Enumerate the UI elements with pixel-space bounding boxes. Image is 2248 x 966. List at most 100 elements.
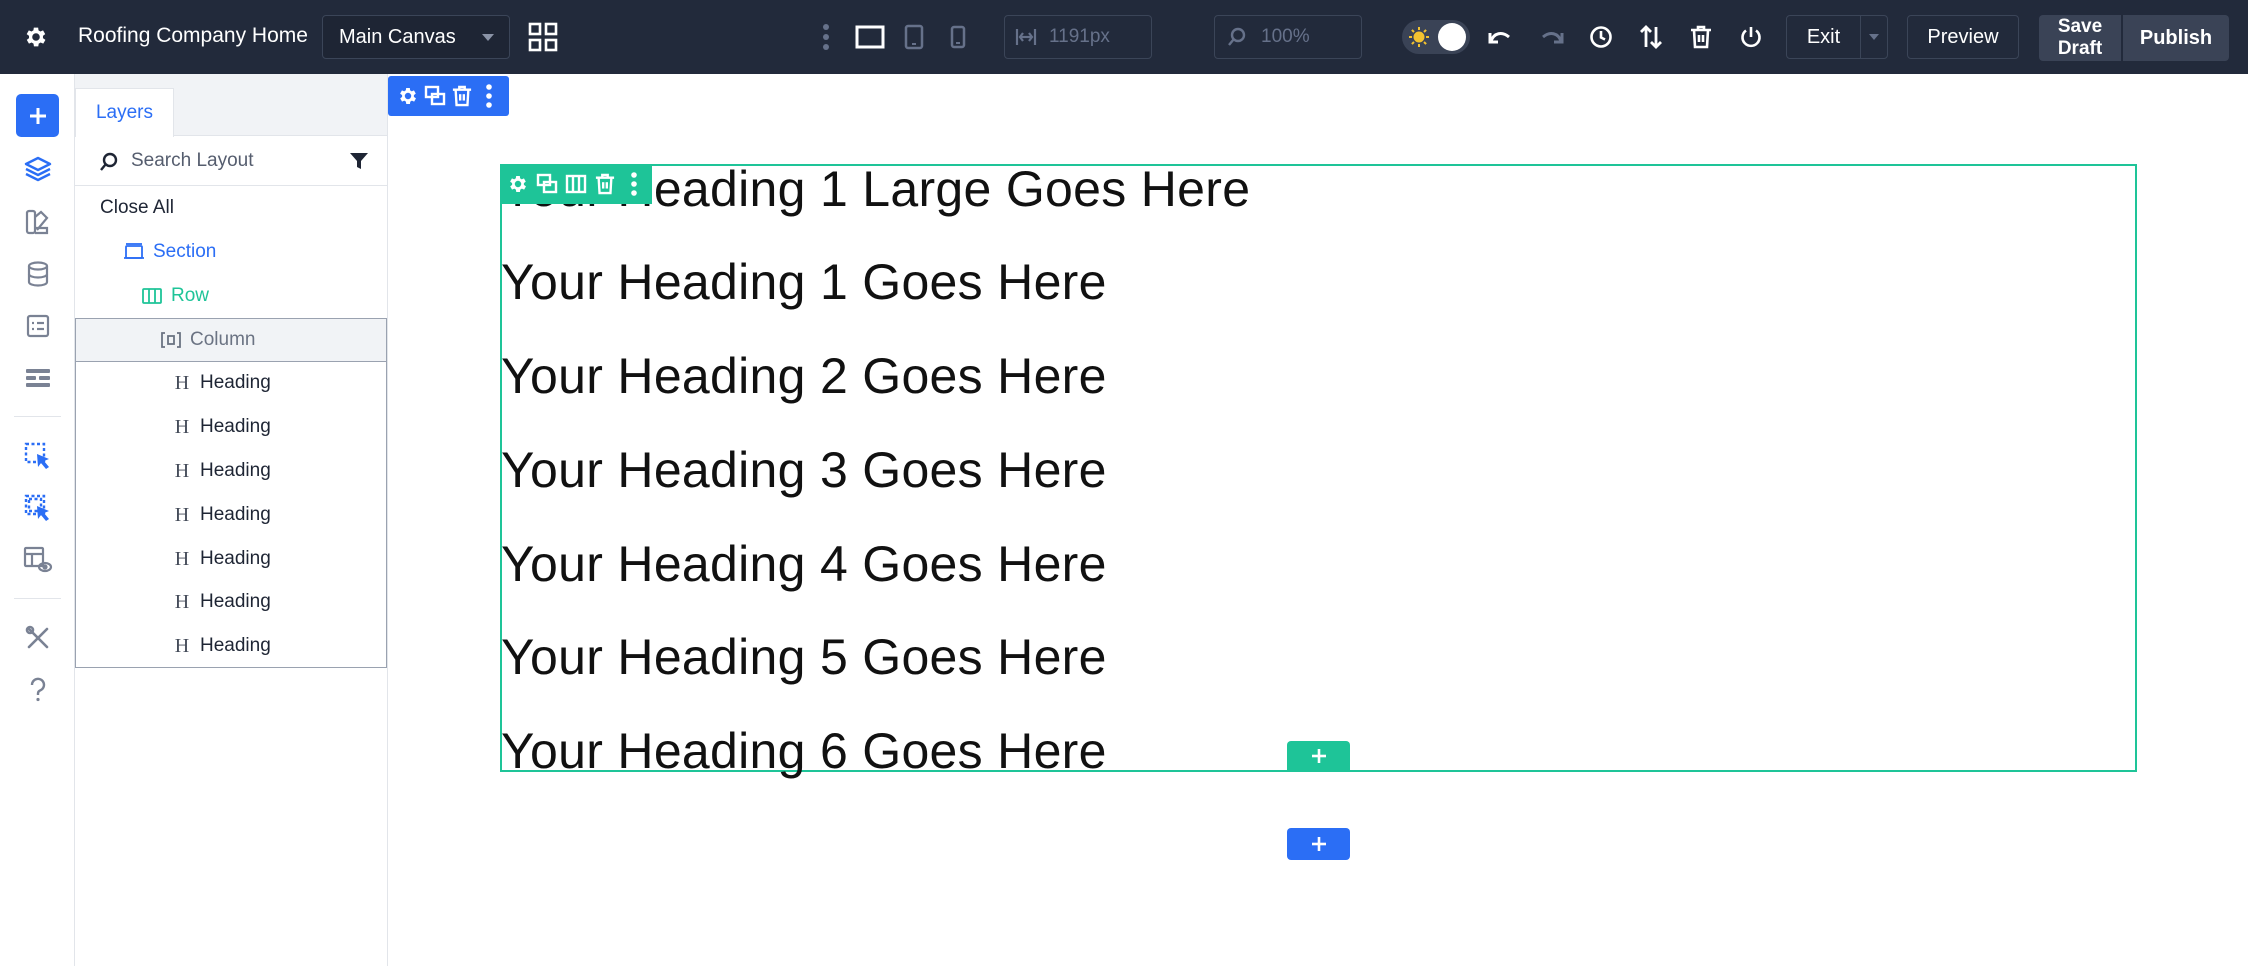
layer-item-heading[interactable]: H Heading bbox=[76, 405, 386, 449]
add-element-plus-icon[interactable] bbox=[16, 94, 59, 137]
preview-button[interactable]: Preview bbox=[1907, 15, 2019, 59]
layer-section-label: Section bbox=[153, 241, 217, 262]
left-icon-rail bbox=[0, 74, 75, 966]
column-icon bbox=[160, 331, 182, 349]
layer-item-row[interactable]: Row bbox=[75, 274, 387, 318]
zoom-field[interactable]: 100% bbox=[1214, 15, 1362, 59]
tablet-view-icon[interactable] bbox=[900, 22, 928, 52]
heading-module[interactable]: Your Heading 3 Goes Here bbox=[501, 441, 1107, 499]
save-draft-label-line2: Draft bbox=[2057, 38, 2103, 59]
tab-layers[interactable]: Layers bbox=[75, 88, 174, 137]
layer-heading-label: Heading bbox=[200, 635, 271, 656]
layers-tabbar: Layers bbox=[75, 74, 387, 137]
heading-module[interactable]: Your Heading 4 Goes Here bbox=[501, 535, 1107, 593]
redo-icon[interactable] bbox=[1536, 22, 1566, 52]
add-row-plus-button[interactable] bbox=[1287, 828, 1350, 860]
heading-h-icon: H bbox=[174, 547, 190, 570]
layer-item-heading[interactable]: H Heading bbox=[76, 580, 386, 624]
layers-search-row bbox=[75, 136, 387, 186]
toggle-knob bbox=[1438, 23, 1466, 51]
template-preview-icon[interactable] bbox=[20, 542, 56, 578]
row-trash-icon[interactable] bbox=[593, 172, 617, 196]
search-layout-input[interactable] bbox=[131, 146, 331, 176]
width-arrows-icon bbox=[1015, 28, 1037, 46]
heading-h-icon: H bbox=[174, 415, 190, 438]
layer-heading-label: Heading bbox=[200, 548, 271, 569]
row-settings-gear-icon[interactable] bbox=[506, 172, 530, 196]
heading-module[interactable]: Your Heading 6 Goes Here bbox=[501, 722, 1107, 780]
publish-button[interactable]: Publish bbox=[2123, 15, 2229, 61]
zoom-value: 100% bbox=[1261, 26, 1310, 47]
search-icon bbox=[99, 152, 119, 172]
heading-h-icon: H bbox=[174, 634, 190, 657]
site-title: Roofing Company Home bbox=[78, 24, 308, 47]
heading-module[interactable]: Your Heading 2 Goes Here bbox=[501, 347, 1107, 405]
layer-item-heading[interactable]: H Heading bbox=[76, 624, 386, 668]
history-clock-icon[interactable] bbox=[1586, 22, 1616, 52]
row-columns-icon[interactable] bbox=[564, 172, 588, 196]
layer-column-label: Column bbox=[190, 329, 256, 350]
plus-icon bbox=[1311, 837, 1326, 851]
layers-stack-icon[interactable] bbox=[20, 151, 56, 187]
design-palette-icon[interactable] bbox=[20, 204, 56, 240]
row-icon bbox=[141, 287, 163, 305]
help-question-icon[interactable] bbox=[20, 672, 56, 708]
theme-toggle[interactable] bbox=[1402, 20, 1470, 54]
section-toolbar bbox=[388, 76, 509, 116]
exit-button[interactable]: Exit bbox=[1787, 16, 1861, 58]
section-duplicate-icon[interactable] bbox=[423, 84, 447, 108]
row-toolbar bbox=[500, 164, 652, 204]
row-more-options-icon[interactable] bbox=[622, 172, 646, 196]
close-all-label: Close All bbox=[100, 197, 174, 218]
layer-heading-label: Heading bbox=[200, 460, 271, 481]
layer-item-section[interactable]: Section bbox=[75, 230, 387, 274]
layer-item-heading[interactable]: H Heading bbox=[76, 449, 386, 493]
heading-h-icon: H bbox=[174, 371, 190, 394]
select-cursor-icon[interactable] bbox=[20, 438, 56, 474]
sun-icon bbox=[1408, 26, 1430, 48]
settings-gear-icon[interactable] bbox=[18, 19, 54, 55]
section-trash-icon[interactable] bbox=[450, 84, 474, 108]
grid-layout-icon[interactable] bbox=[524, 18, 562, 56]
layer-item-heading[interactable]: H Heading bbox=[76, 493, 386, 537]
filter-icon[interactable] bbox=[349, 151, 369, 171]
section-settings-gear-icon[interactable] bbox=[396, 84, 420, 108]
top-toolbar: Roofing Company Home Main Canvas 1191px … bbox=[0, 0, 2248, 74]
rows-settings-icon[interactable] bbox=[20, 360, 56, 396]
trash-icon[interactable] bbox=[1686, 22, 1716, 52]
heading-h-icon: H bbox=[174, 503, 190, 526]
heading-layer-list: H Heading H Heading H Heading H Heading H Hea… bbox=[75, 361, 387, 668]
rail-divider bbox=[14, 598, 61, 599]
close-all-button[interactable]: Close All bbox=[75, 186, 387, 230]
multi-select-cursor-icon[interactable] bbox=[20, 490, 56, 526]
layer-item-heading[interactable]: H Heading bbox=[76, 537, 386, 581]
canvas-width-value: 1191px bbox=[1049, 26, 1110, 47]
builder-canvas[interactable]: Your Heading 1 Large Goes Here Your Head… bbox=[388, 74, 2248, 966]
heading-module[interactable]: Your Heading 5 Goes Here bbox=[501, 628, 1107, 686]
exit-button-group: Exit bbox=[1786, 15, 1888, 59]
canvas-select[interactable]: Main Canvas bbox=[322, 15, 510, 59]
canvas-width-field[interactable]: 1191px bbox=[1004, 15, 1152, 59]
more-options-icon[interactable] bbox=[814, 22, 838, 52]
chevron-down-icon bbox=[481, 33, 495, 43]
layer-item-heading[interactable]: H Heading bbox=[76, 361, 386, 405]
phone-view-icon[interactable] bbox=[946, 22, 970, 52]
layer-item-column[interactable]: Column bbox=[75, 318, 387, 362]
layers-panel: Layers Close All Section Row Column H Hea… bbox=[75, 74, 388, 966]
row-duplicate-icon[interactable] bbox=[535, 172, 559, 196]
section-more-options-icon[interactable] bbox=[477, 84, 501, 108]
power-icon[interactable] bbox=[1736, 22, 1766, 52]
database-icon[interactable] bbox=[20, 256, 56, 292]
save-draft-button[interactable]: Save Draft bbox=[2039, 15, 2121, 61]
tools-wrench-icon[interactable] bbox=[20, 620, 56, 656]
sort-arrows-icon[interactable] bbox=[1636, 22, 1666, 52]
layer-heading-label: Heading bbox=[200, 591, 271, 612]
heading-module[interactable]: Your Heading 1 Goes Here bbox=[501, 253, 1107, 311]
desktop-view-icon[interactable] bbox=[853, 22, 887, 52]
add-module-plus-button[interactable] bbox=[1287, 741, 1350, 771]
undo-icon[interactable] bbox=[1486, 22, 1516, 52]
form-list-icon[interactable] bbox=[20, 308, 56, 344]
layer-heading-label: Heading bbox=[200, 416, 271, 437]
layer-row-label: Row bbox=[171, 285, 210, 306]
exit-dropdown-chevron-icon[interactable] bbox=[1861, 16, 1887, 58]
